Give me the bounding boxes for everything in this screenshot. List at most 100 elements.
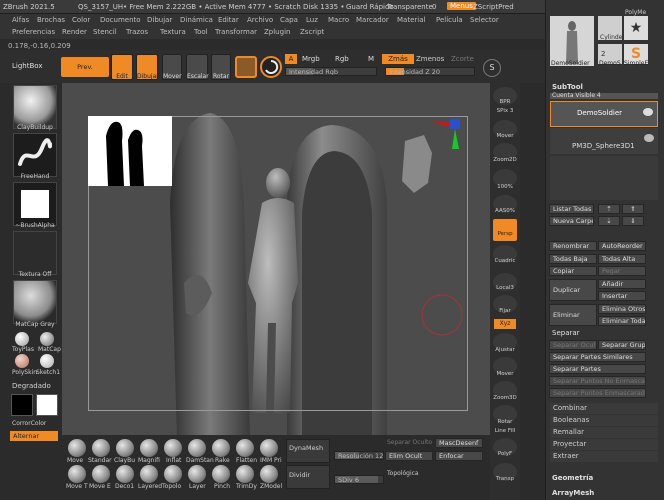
menu-item[interactable]: Dinámica xyxy=(180,16,213,24)
brush-icon[interactable] xyxy=(92,465,110,483)
main-color-swatch[interactable] xyxy=(36,394,58,416)
transparent-label[interactable]: Transparente xyxy=(387,3,433,11)
split-hidden-button[interactable]: Separar Oculto xyxy=(549,340,597,350)
insert-button[interactable]: Insertar xyxy=(598,291,646,301)
menu-item[interactable]: Archivo xyxy=(247,16,273,24)
brush-icon[interactable] xyxy=(116,465,134,483)
menu-item[interactable]: Dibujar xyxy=(147,16,172,24)
brush-icon[interactable] xyxy=(68,439,86,457)
brush-icon[interactable] xyxy=(212,439,230,457)
menu-item[interactable]: Material xyxy=(397,16,425,24)
lightbox-button[interactable]: LightBox xyxy=(12,62,42,70)
split-unmasked-button[interactable]: Separar Puntos No Enmascar xyxy=(549,376,646,386)
material-toyplastic-icon[interactable] xyxy=(15,332,29,346)
transparent-value[interactable]: 0 xyxy=(432,3,436,11)
material-swatch-icon[interactable] xyxy=(235,56,257,78)
boolean-section[interactable]: Booleanas xyxy=(550,415,658,426)
project-section[interactable]: Proyectar xyxy=(550,439,658,450)
rename-button[interactable]: Renombrar xyxy=(549,241,597,251)
split-hidden-label[interactable]: Separar Oculto xyxy=(387,439,432,446)
menu-item[interactable]: Trazos xyxy=(126,28,148,36)
menu-item[interactable]: Marcador xyxy=(356,16,389,24)
brush-thumbnail[interactable] xyxy=(13,85,57,129)
all-low-button[interactable]: Todas Baja xyxy=(549,254,597,264)
brush-icon[interactable] xyxy=(212,465,230,483)
menu-item[interactable]: Capa xyxy=(280,16,298,24)
delete-all-button[interactable]: Eliminar Todas xyxy=(598,316,646,326)
rgb-button[interactable]: Rgb xyxy=(335,55,349,63)
brush-icon[interactable] xyxy=(236,465,254,483)
brush-icon[interactable] xyxy=(260,439,278,457)
menu-item[interactable]: Documento xyxy=(100,16,141,24)
focus-button[interactable]: Enfocar xyxy=(435,451,483,461)
autoreorder-button[interactable]: AutoReorder xyxy=(598,241,646,251)
arraymesh-header[interactable]: ArrayMesh xyxy=(552,489,594,497)
delete-button[interactable]: Eliminar xyxy=(549,304,597,326)
subtool-item-active[interactable]: DemoSoldier xyxy=(550,101,658,127)
brush-icon[interactable] xyxy=(188,465,206,483)
new-folder-button[interactable]: Nueva Carpeta xyxy=(549,216,594,226)
material-matcap-icon[interactable] xyxy=(40,332,54,346)
scale-button[interactable]: Escalar xyxy=(186,54,209,80)
brush-icon[interactable] xyxy=(68,465,86,483)
menu-item[interactable]: Macro xyxy=(328,16,349,24)
merge-section[interactable]: Combinar xyxy=(550,403,658,414)
subtool-item[interactable]: PM3D_Sphere3D1 xyxy=(550,128,658,154)
brush-icon[interactable] xyxy=(164,465,182,483)
menu-item[interactable]: Tool xyxy=(194,28,208,36)
zcut-button[interactable]: Zcorte xyxy=(451,55,474,63)
split-group-button[interactable]: Separar Grupo xyxy=(598,340,646,350)
star-thumbnail[interactable]: ★ xyxy=(624,16,648,40)
visibility-eye-icon[interactable] xyxy=(644,134,654,142)
material-polyskin-icon[interactable] xyxy=(15,354,29,368)
perspective-button[interactable]: Persp xyxy=(493,219,517,241)
brush-icon[interactable] xyxy=(116,439,134,457)
draw-button[interactable]: Dibujar xyxy=(136,54,159,80)
split-parts-button[interactable]: Separar Partes xyxy=(549,364,646,374)
subtool-header[interactable]: SubTool xyxy=(552,83,583,91)
brush-icon[interactable] xyxy=(236,439,254,457)
topology-label[interactable]: Topológica xyxy=(387,470,419,477)
brush-icon[interactable] xyxy=(140,465,158,483)
tool-thumbnail-main[interactable] xyxy=(550,16,594,66)
duplicate-button[interactable]: Duplicar xyxy=(549,279,597,301)
all-high-button[interactable]: Todas Alta xyxy=(598,254,646,264)
texture-thumbnail[interactable] xyxy=(13,231,57,275)
menu-item[interactable]: Stencil xyxy=(93,28,117,36)
edit-button[interactable]: Edit xyxy=(111,54,133,80)
down-arrow-icon[interactable]: ⇣ xyxy=(598,216,620,226)
nav-label[interactable]: Line Fill xyxy=(490,428,520,434)
append-button[interactable]: Añadir xyxy=(598,279,646,289)
delete-hidden-button[interactable]: Elim Ocult xyxy=(385,451,433,461)
menu-item[interactable]: Brochas xyxy=(37,16,65,24)
secondary-color-swatch[interactable] xyxy=(11,394,33,416)
up-arrow-icon[interactable]: ⇡ xyxy=(598,204,620,214)
menu-item[interactable]: Zscript xyxy=(300,28,324,36)
split-similar-button[interactable]: Separar Partes Similares xyxy=(549,352,646,362)
alternate-button[interactable]: Alternar xyxy=(10,431,58,441)
preview-boolean-button[interactable]: Prev. Booleano xyxy=(61,57,109,91)
extract-section[interactable]: Extraer xyxy=(550,451,658,462)
a-toggle[interactable]: A xyxy=(285,54,297,64)
sdiv-slider[interactable]: SDiv 6 xyxy=(334,475,384,484)
menu-item[interactable]: Color xyxy=(72,16,90,24)
alpha-thumbnail[interactable] xyxy=(13,182,57,226)
mask-blur-button[interactable]: MascDesenf xyxy=(435,438,483,448)
geometry-header[interactable]: Geometría xyxy=(552,474,593,482)
default-script-button[interactable]: ZScriptPred xyxy=(473,3,514,11)
menu-item[interactable]: Editar xyxy=(218,16,239,24)
paste-button[interactable]: Pegar xyxy=(598,266,646,276)
z-intensity-slider[interactable]: Intensidad Z 20 xyxy=(385,67,475,76)
menu-item[interactable]: Selector xyxy=(470,16,499,24)
visible-count-slider[interactable]: Cuenta Visible 4 xyxy=(550,92,658,99)
copy-button[interactable]: Copiar xyxy=(549,266,597,276)
material-sketch-icon[interactable] xyxy=(40,354,54,368)
stroke-thumbnail[interactable] xyxy=(13,133,57,177)
brush-icon[interactable] xyxy=(92,439,110,457)
rotate-button[interactable]: Rotar xyxy=(211,54,231,80)
dynamesh-button[interactable]: DynaMesh xyxy=(286,439,330,463)
brush-icon[interactable] xyxy=(260,465,278,483)
s-button[interactable]: S xyxy=(483,59,501,77)
menu-item[interactable]: Preferencias xyxy=(12,28,55,36)
resolution-slider[interactable]: Resolución 128 xyxy=(334,451,384,460)
